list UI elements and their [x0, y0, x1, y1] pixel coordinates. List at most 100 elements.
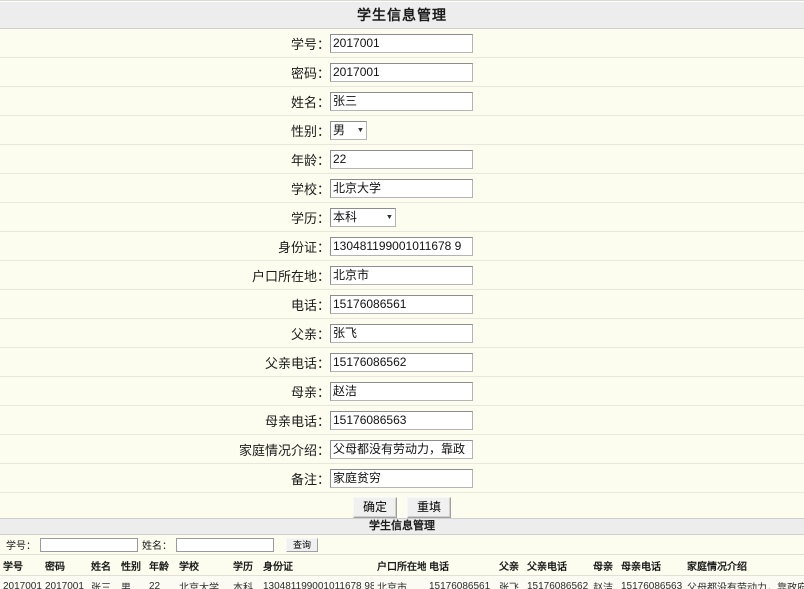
table-cell: 2017001	[0, 575, 42, 589]
column-header: 母亲	[590, 555, 618, 576]
column-header: 密码	[42, 555, 88, 576]
text-input[interactable]: 15176086562	[330, 352, 473, 372]
field-label: 密码：	[0, 57, 330, 87]
column-header: 性别	[118, 555, 146, 576]
chevron-down-icon: ▼	[356, 126, 365, 134]
column-header: 父亲电话	[524, 555, 590, 576]
field-label: 父亲：	[0, 318, 330, 348]
field-label: 备注：	[0, 463, 330, 493]
form-row: 密码： 2017001	[0, 57, 804, 87]
text-input[interactable]: 2017001	[330, 33, 473, 53]
table-cell: 15176086563	[618, 575, 684, 589]
form-row: 姓名： 张三	[0, 86, 804, 116]
text-input[interactable]: 赵洁	[330, 381, 473, 401]
table-cell: 张三	[88, 575, 118, 589]
form-row: 年龄： 22	[0, 144, 804, 174]
search-button[interactable]: 查询	[286, 537, 319, 552]
field-label: 电话：	[0, 289, 330, 319]
field-cell: 父母都没有劳动力，靠政	[330, 434, 804, 464]
field-cell: 2017001	[330, 57, 804, 87]
form-row: 户口所在地： 北京市	[0, 260, 804, 290]
chevron-down-icon: ▼	[385, 213, 394, 221]
submit-button[interactable]: 确定	[353, 496, 397, 518]
table-cell: 父母都没有劳动力，靠政府救济过日	[684, 575, 804, 589]
field-cell: 2017001	[330, 29, 804, 58]
text-input[interactable]: 北京市	[330, 265, 473, 285]
field-label: 学校：	[0, 173, 330, 203]
form-row: 家庭情况介绍： 父母都没有劳动力，靠政	[0, 434, 804, 464]
text-input[interactable]: 15176086563	[330, 410, 473, 430]
student-management-page: 学生信息管理 学号： 2017001 密码： 2017001 姓名： 张三 性别：男 ▼ 年龄：…	[0, 0, 804, 589]
field-cell: 北京大学	[330, 173, 804, 203]
column-header: 父亲	[496, 555, 524, 576]
field-cell: 家庭贫穷	[330, 463, 804, 493]
table-cell: 男	[118, 575, 146, 589]
student-form-table: 学号： 2017001 密码： 2017001 姓名： 张三 性别：男 ▼ 年龄： 22 学校： 北京…	[0, 29, 804, 522]
search-id-input[interactable]	[40, 537, 138, 552]
field-cell: 张三	[330, 86, 804, 116]
table-cell: 130481199001011678 98	[260, 575, 374, 589]
field-label: 母亲：	[0, 376, 330, 406]
field-cell: 15176086562	[330, 347, 804, 377]
form-row: 学校： 北京大学	[0, 173, 804, 203]
text-input[interactable]: 张飞	[330, 323, 473, 343]
column-header: 学校	[176, 555, 230, 576]
reset-button[interactable]: 重填	[407, 496, 451, 518]
field-label: 学历：	[0, 202, 330, 232]
gender-select[interactable]: 男 ▼	[330, 120, 367, 140]
field-label: 母亲电话：	[0, 405, 330, 435]
field-cell: 22	[330, 144, 804, 174]
column-header: 姓名	[88, 555, 118, 576]
field-cell: 张飞	[330, 318, 804, 348]
select-value: 男	[333, 122, 346, 137]
table-cell: 北京大学	[176, 575, 230, 589]
form-row: 父亲： 张飞	[0, 318, 804, 348]
table-cell: 赵洁	[590, 575, 618, 589]
text-input[interactable]: 2017001	[330, 62, 473, 82]
field-cell: 男 ▼	[330, 115, 804, 145]
form-row: 母亲电话： 15176086563	[0, 405, 804, 435]
field-label: 父亲电话：	[0, 347, 330, 377]
form-row: 学号： 2017001	[0, 29, 804, 58]
field-label: 家庭情况介绍：	[0, 434, 330, 464]
text-input[interactable]: 130481199001011678 9	[330, 236, 473, 256]
column-header: 身份证	[260, 555, 374, 576]
student-list-table: 学号 密码 姓名 性别 年龄 学校 学历 身份证 户口所在地 电话 父亲 父亲电话 母亲 母亲电话 家庭情况…	[0, 555, 804, 589]
table-header-row: 学号 密码 姓名 性别 年龄 学校 学历 身份证 户口所在地 电话 父亲 父亲电话 母亲 母亲电话 家庭情况…	[0, 555, 804, 576]
list-panel-title: 学生信息管理	[0, 518, 804, 535]
form-row: 母亲： 赵洁	[0, 376, 804, 406]
text-input[interactable]: 父母都没有劳动力，靠政	[330, 439, 473, 459]
degree-select[interactable]: 本科 ▼	[330, 207, 396, 227]
field-label: 学号：	[0, 29, 330, 58]
field-cell: 15176086563	[330, 405, 804, 435]
search-id-label: 学号：	[6, 541, 36, 552]
search-bar: 学号： 姓名： 查询	[0, 535, 804, 555]
text-input[interactable]: 22	[330, 149, 473, 169]
table-cell: 22	[146, 575, 176, 589]
column-header: 家庭情况介绍	[684, 555, 804, 576]
text-input[interactable]: 15176086561	[330, 294, 473, 314]
search-name-input[interactable]	[176, 537, 274, 552]
column-header: 年龄	[146, 555, 176, 576]
field-cell: 赵洁	[330, 376, 804, 406]
text-input[interactable]: 北京大学	[330, 178, 473, 198]
form-row: 父亲电话： 15176086562	[0, 347, 804, 377]
table-cell: 2017001	[42, 575, 88, 589]
field-label: 户口所在地：	[0, 260, 330, 290]
column-header: 学号	[0, 555, 42, 576]
table-cell: 15176086562	[524, 575, 590, 589]
table-row: 2017001 2017001 张三男 22 北京大学 本科 130481199001011…	[0, 575, 804, 589]
text-input[interactable]: 家庭贫穷	[330, 468, 473, 488]
form-row: 电话： 15176086561	[0, 289, 804, 319]
field-label: 性别：	[0, 115, 330, 145]
table-cell: 张飞	[496, 575, 524, 589]
field-cell: 130481199001011678 9	[330, 231, 804, 261]
column-header: 户口所在地	[374, 555, 426, 576]
field-cell: 本科 ▼	[330, 202, 804, 232]
field-label: 身份证：	[0, 231, 330, 261]
text-input[interactable]: 张三	[330, 91, 473, 111]
form-row: 学历： 本科 ▼	[0, 202, 804, 232]
student-list-panel: 学生信息管理 学号： 姓名： 查询 学号 密码 姓名 性别 年龄 学校 学历 身份证 户口所在地…	[0, 518, 804, 589]
column-header: 学历	[230, 555, 260, 576]
field-label: 年龄：	[0, 144, 330, 174]
